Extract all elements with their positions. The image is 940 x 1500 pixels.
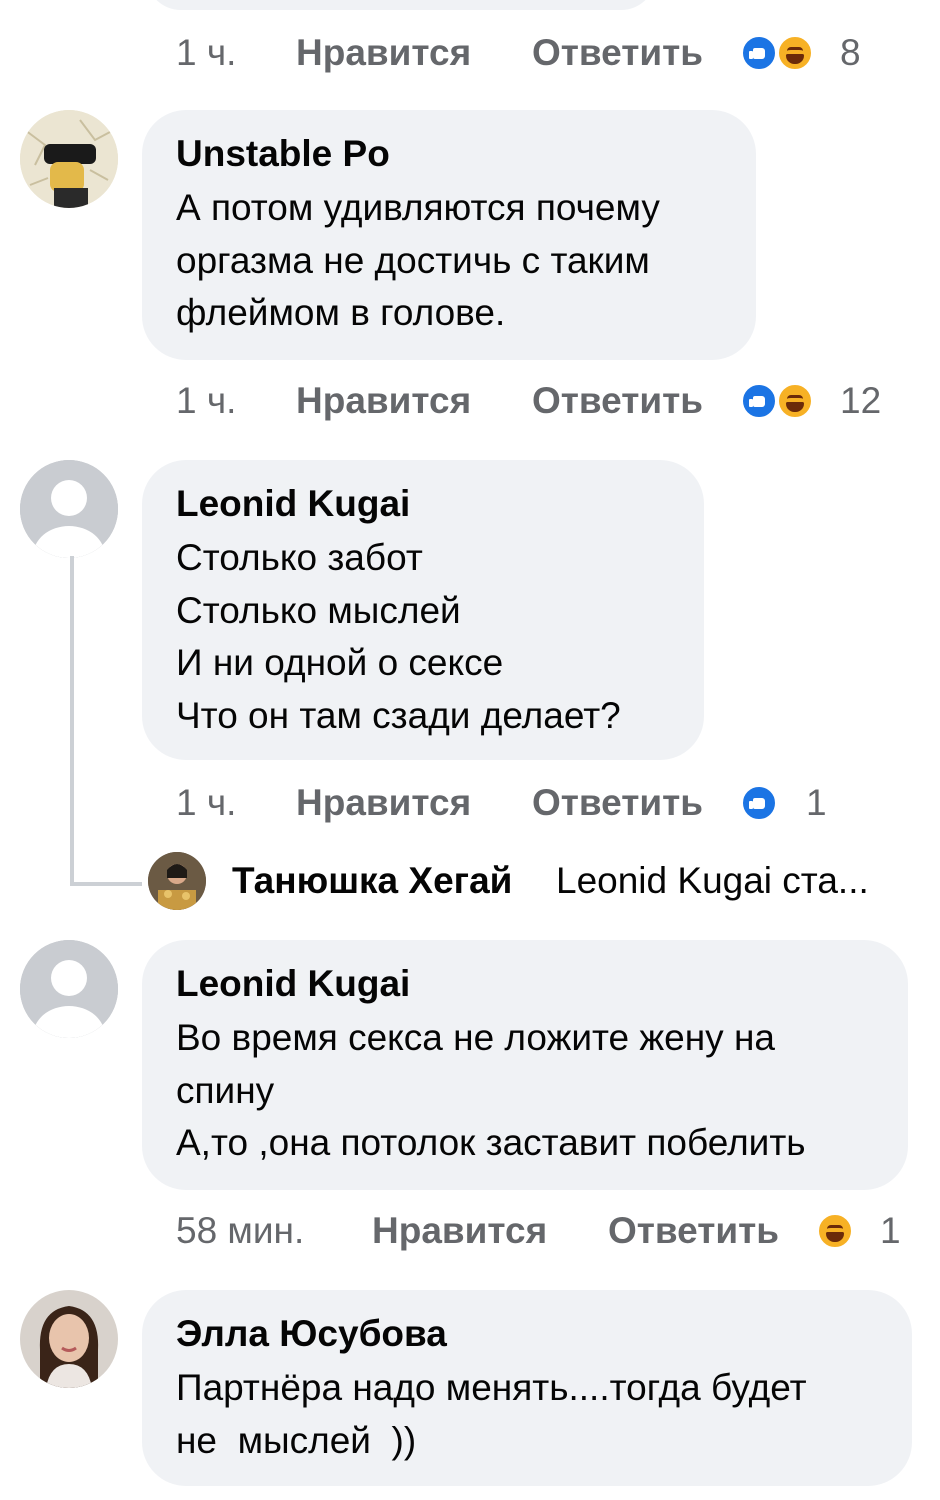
avatar[interactable] [148,852,206,910]
comment-author[interactable]: Элла Юсубова [176,1312,878,1356]
comment-bubble: Unstable Po А потом удивляются почему орг… [142,110,756,360]
like-button[interactable]: Нравится [296,28,471,78]
like-button[interactable]: Нравится [372,1206,547,1256]
comment-line: Во время секса не ложите жену на [176,1017,775,1058]
avatar[interactable] [20,110,118,208]
comment-line: И ни одной о сексе [176,642,504,683]
reply-text[interactable]: Leonid Kugai ста... [556,856,869,906]
comment-meta-row: 1 ч. Нравится Ответить 12 [176,376,916,426]
avatar[interactable] [20,1290,118,1388]
thread-line [70,556,74,886]
comment-line: оргазма не достичь с таким [176,239,650,281]
default-avatar-icon [20,460,118,558]
avatar-image [20,110,118,208]
reply-button[interactable]: Ответить [532,376,703,426]
reply-author[interactable]: Танюшка Хегай [232,856,512,906]
comment-time[interactable]: 1 ч. [176,778,236,828]
comment-author[interactable]: Leonid Kugai [176,962,874,1006]
comment-line: спину [176,1069,275,1111]
comment-line: А,то ,она потолок заставит побелить [176,1122,806,1163]
avatar-image [20,1290,118,1388]
comment-text: Столько забот Столько мыслей И ни одной о … [176,532,670,742]
thread-line [70,882,142,886]
comment-bubble: Элла Юсубова Партнёра надо менять....тог… [142,1290,912,1486]
comment-meta-row: 1 ч. Нравится Ответить 1 [176,778,876,828]
avatar-image [148,852,206,910]
comment-line: Столько мыслей [176,589,461,631]
reply-button[interactable]: Ответить [532,778,703,828]
reaction-count[interactable]: 8 [840,28,861,78]
comment-time[interactable]: 58 мин. [176,1206,304,1256]
like-button[interactable]: Нравится [296,778,471,828]
haha-icon[interactable] [776,34,814,72]
avatar[interactable] [20,940,118,1038]
comment-line: Что он там сзади делает? [176,694,621,736]
comment-meta-row: 58 мин. Нравится Ответить 1 [176,1206,916,1256]
reaction-count[interactable]: 1 [806,778,827,828]
like-icon[interactable] [740,382,778,420]
comment-text: Во время секса не ложите жену на спину А,т… [176,1012,874,1170]
reply-button[interactable]: Ответить [608,1206,779,1256]
comment-meta-row: 1 ч. Нравится Ответить 8 [176,28,896,78]
default-avatar-icon [20,940,118,1038]
avatar[interactable] [20,460,118,558]
comment-line: А потом удивляются почему [176,187,660,228]
comment-line: флеймом в голове. [176,292,506,333]
comment-text: Партнёра надо менять....тогда будет не мы… [176,1362,878,1467]
comment-author[interactable]: Leonid Kugai [176,482,670,526]
like-icon[interactable] [740,784,778,822]
haha-icon[interactable] [776,382,814,420]
reply-button[interactable]: Ответить [532,28,703,78]
like-icon[interactable] [740,34,778,72]
comment-author[interactable]: Unstable Po [176,132,722,176]
comment-line: Партнёра надо менять....тогда будет [176,1367,807,1408]
reaction-count[interactable]: 12 [840,376,881,426]
comment-bubble: Leonid Kugai Во время секса не ложите же… [142,940,908,1190]
comment-time[interactable]: 1 ч. [176,376,236,426]
comment-bubble-partial [146,0,656,10]
comment-line: не мыслей )) [176,1419,417,1461]
reaction-count[interactable]: 1 [880,1206,901,1256]
comment-text: А потом удивляются почему оргазма не дост… [176,182,722,340]
comment-bubble: Leonid Kugai Столько забот Столько мыслей… [142,460,704,760]
comment-line: Столько забот [176,537,423,578]
comment-time[interactable]: 1 ч. [176,28,236,78]
haha-icon[interactable] [816,1212,854,1250]
like-button[interactable]: Нравится [296,376,471,426]
